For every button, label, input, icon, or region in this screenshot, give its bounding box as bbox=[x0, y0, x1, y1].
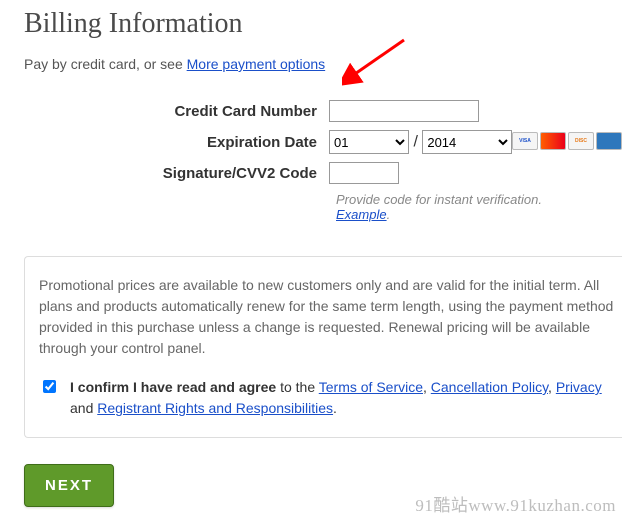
watermark: 91酷站www.91kuzhan.com bbox=[415, 491, 616, 516]
subtext-prefix: Pay by credit card, or see bbox=[24, 56, 187, 72]
payment-subtext: Pay by credit card, or see More payment … bbox=[24, 56, 598, 72]
tos-link[interactable]: Terms of Service bbox=[319, 379, 423, 395]
amex-icon bbox=[596, 132, 622, 150]
cc-number-label: Credit Card Number bbox=[24, 103, 329, 120]
more-payment-options-link[interactable]: More payment options bbox=[187, 56, 326, 72]
registrant-link[interactable]: Registrant Rights and Responsibilities bbox=[97, 400, 333, 416]
expiration-label: Expiration Date bbox=[24, 134, 329, 151]
agree-lead: I confirm I have read and agree bbox=[70, 379, 276, 395]
cvv-label: Signature/CVV2 Code bbox=[24, 165, 329, 182]
hint-text: Provide code for instant verification. bbox=[336, 192, 542, 207]
discover-icon: DISC bbox=[568, 132, 594, 150]
date-separator: / bbox=[413, 134, 422, 151]
page-title: Billing Information bbox=[24, 8, 598, 40]
agree-text: I confirm I have read and agree to the T… bbox=[70, 377, 602, 419]
privacy-link[interactable]: Privacy bbox=[556, 379, 602, 395]
cc-number-input[interactable] bbox=[329, 100, 479, 122]
cvv-input[interactable] bbox=[329, 162, 399, 184]
promo-box: Promotional prices are available to new … bbox=[24, 256, 622, 438]
agree-checkbox[interactable] bbox=[43, 380, 56, 393]
cancellation-link[interactable]: Cancellation Policy bbox=[431, 379, 548, 395]
mastercard-icon bbox=[540, 132, 566, 150]
visa-icon: VISA bbox=[512, 132, 538, 150]
cvv-example-link[interactable]: Example bbox=[336, 207, 387, 222]
exp-year-select[interactable]: 2014 bbox=[422, 130, 512, 154]
exp-month-select[interactable]: 01 bbox=[329, 130, 409, 154]
promo-text: Promotional prices are available to new … bbox=[39, 275, 622, 359]
next-button[interactable]: NEXT bbox=[24, 464, 114, 507]
card-icons: VISA DISC bbox=[512, 132, 622, 150]
cvv-hint: Provide code for instant verification. E… bbox=[336, 192, 598, 222]
